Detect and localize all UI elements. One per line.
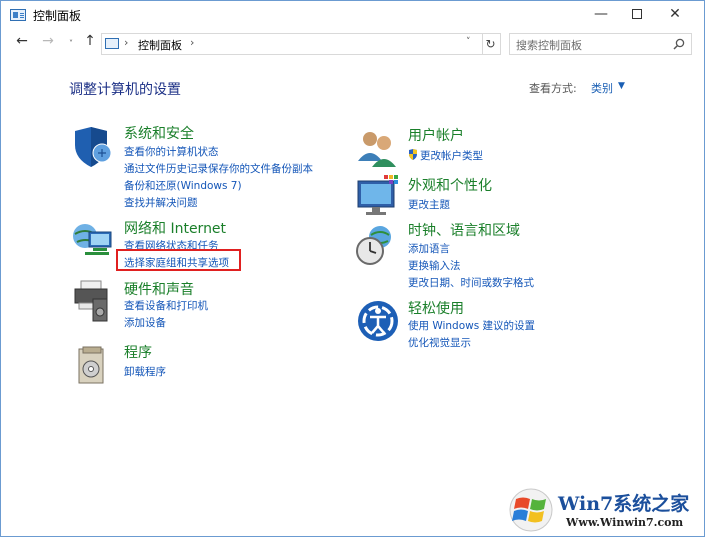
link-add-language[interactable]: 添加语言 (408, 241, 450, 256)
search-icon[interactable] (673, 38, 685, 50)
category-system-security[interactable]: 系统和安全 (124, 123, 194, 143)
link-change-input-method[interactable]: 更换输入法 (408, 258, 461, 273)
category-network-internet[interactable]: 网络和 Internet (124, 218, 226, 238)
control-panel-window: 控制面板 — ✕ ← → ˅ ↑ › 控制面板 › ˅ ↻ 搜索控制面板 调整计… (0, 0, 705, 537)
link-view-computer-status[interactable]: 查看你的计算机状态 (124, 144, 219, 159)
category-appearance-personalization[interactable]: 外观和个性化 (408, 175, 492, 195)
clock-globe-icon[interactable] (354, 223, 398, 267)
breadcrumb-control-panel[interactable]: 控制面板 (138, 37, 182, 53)
address-bar[interactable]: › 控制面板 › ˅ (101, 33, 483, 55)
up-button[interactable]: ↑ (81, 33, 99, 49)
link-change-theme[interactable]: 更改主题 (408, 197, 450, 212)
chevron-down-icon[interactable]: ▼ (618, 81, 625, 91)
windows-flag-logo (509, 488, 553, 532)
monitor-palette-icon[interactable] (356, 175, 400, 219)
category-programs[interactable]: 程序 (124, 342, 152, 362)
navigation-bar: ← → ˅ ↑ › 控制面板 › ˅ ↻ 搜索控制面板 (1, 30, 704, 58)
breadcrumb-separator[interactable]: › (124, 36, 128, 49)
recent-locations-button[interactable]: ˅ (62, 39, 80, 48)
link-add-device[interactable]: 添加设备 (124, 315, 166, 330)
link-change-account-type-label: 更改帐户类型 (420, 150, 483, 162)
view-by-label: 查看方式: (529, 82, 577, 95)
search-placeholder: 搜索控制面板 (516, 39, 582, 52)
category-ease-of-access[interactable]: 轻松使用 (408, 298, 464, 318)
users-icon[interactable] (356, 127, 400, 171)
link-backup-restore-win7[interactable]: 备份和还原(Windows 7) (124, 178, 242, 193)
category-clock-language-region[interactable]: 时钟、语言和区域 (408, 220, 520, 240)
link-troubleshoot[interactable]: 查找并解决问题 (124, 195, 198, 210)
control-panel-app-icon (10, 9, 26, 21)
close-button[interactable]: ✕ (657, 1, 693, 29)
maximize-button[interactable] (619, 1, 655, 29)
watermark-url: Www.Winwin7.com (566, 516, 684, 529)
breadcrumb-separator[interactable]: › (190, 36, 194, 49)
link-file-history-backup[interactable]: 通过文件历史记录保存你的文件备份副本 (124, 161, 313, 176)
control-panel-location-icon (105, 38, 119, 49)
highlight-box (116, 249, 241, 271)
title-bar: 控制面板 — ✕ (1, 1, 704, 29)
category-hardware-sound[interactable]: 硬件和声音 (124, 279, 194, 299)
link-uninstall-program[interactable]: 卸载程序 (124, 364, 166, 379)
link-change-account-type[interactable]: 更改帐户类型 (408, 148, 483, 163)
address-dropdown-button[interactable]: ˅ (466, 37, 471, 47)
watermark-title: Win7系统之家 (558, 493, 690, 515)
programs-icon[interactable] (73, 343, 117, 387)
shield-icon[interactable] (71, 125, 115, 169)
back-button[interactable]: ← (13, 33, 31, 49)
link-optimize-visual-display[interactable]: 优化视觉显示 (408, 335, 471, 350)
window-title: 控制面板 (33, 9, 82, 23)
page-title: 调整计算机的设置 (69, 82, 181, 98)
printer-icon[interactable] (71, 279, 115, 323)
network-globe-icon[interactable] (71, 218, 115, 262)
refresh-button[interactable]: ↻ (481, 33, 501, 55)
uac-shield-icon (409, 149, 417, 160)
watermark: Win7系统之家 Www.Winwin7.com (506, 485, 705, 537)
category-user-accounts[interactable]: 用户帐户 (408, 125, 464, 145)
ease-of-access-icon[interactable] (356, 299, 400, 343)
search-input[interactable]: 搜索控制面板 (509, 33, 692, 55)
minimize-button[interactable]: — (583, 1, 619, 29)
link-devices-printers[interactable]: 查看设备和打印机 (124, 298, 208, 313)
view-by-dropdown[interactable]: 类别 (591, 80, 613, 96)
link-use-recommended-settings[interactable]: 使用 Windows 建议的设置 (408, 318, 535, 333)
maximize-icon (632, 9, 642, 19)
forward-button[interactable]: → (39, 33, 57, 49)
link-change-date-time-format[interactable]: 更改日期、时间或数字格式 (408, 275, 534, 290)
